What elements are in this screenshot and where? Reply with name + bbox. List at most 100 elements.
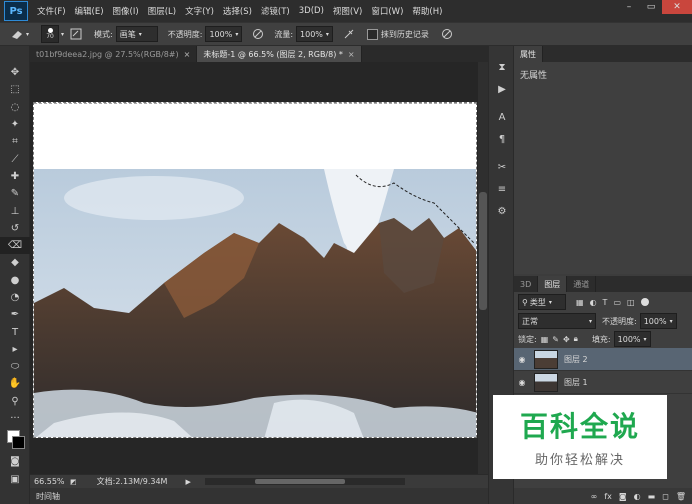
minimize-icon[interactable]: –: [618, 0, 640, 14]
layer-row[interactable]: ◉ 图层 2: [514, 348, 692, 371]
tab-close-icon[interactable]: ×: [348, 50, 355, 59]
flow-input[interactable]: 100% ▾: [296, 26, 333, 42]
menu-help[interactable]: 帮助(H): [412, 5, 442, 17]
tab-properties[interactable]: 属性: [514, 46, 543, 62]
menu-file[interactable]: 文件(F): [37, 5, 66, 17]
lock-all-icon[interactable]: 🔒︎: [574, 334, 578, 344]
pressure-opacity-icon[interactable]: [250, 26, 266, 42]
pressure-size-icon[interactable]: [439, 26, 455, 42]
document-canvas[interactable]: [33, 102, 477, 438]
menu-window[interactable]: 窗口(W): [371, 5, 403, 17]
dodge-tool-icon[interactable]: ◔: [0, 289, 30, 306]
paint-bucket-tool-icon[interactable]: ◆: [0, 254, 30, 271]
brush-panel-toggle-icon[interactable]: [70, 28, 82, 40]
actions-panel-icon[interactable]: ▶: [489, 78, 515, 100]
zoom-tool-icon[interactable]: ⚲: [0, 393, 30, 410]
menu-select[interactable]: 选择(S): [223, 5, 252, 17]
menu-image[interactable]: 图像(I): [113, 5, 139, 17]
horizontal-scrollbar[interactable]: [204, 478, 405, 485]
brush-presets-icon[interactable]: ≡: [489, 178, 515, 200]
timeline-label[interactable]: 时间轴: [36, 491, 60, 502]
brush-preset-picker[interactable]: 70 ▾: [41, 25, 64, 43]
quick-mask-icon[interactable]: ◙: [0, 453, 30, 470]
tab-channels[interactable]: 通道: [567, 276, 597, 292]
document-tabs: t01bf9deea2.jpg @ 27.5%(RGB/8#) × 未标题-1 …: [30, 46, 488, 62]
close-icon[interactable]: ✕: [662, 0, 692, 14]
adjustment-filter-icon[interactable]: ◐: [590, 298, 597, 307]
shape-tool-icon[interactable]: ⬭: [0, 358, 30, 375]
erase-history-checkbox[interactable]: [366, 28, 378, 40]
more-tools-icon[interactable]: ···: [0, 410, 30, 427]
adjustment-layer-icon[interactable]: ◐: [634, 492, 641, 501]
menu-view[interactable]: 视图(V): [333, 5, 362, 17]
link-layers-icon[interactable]: ∞: [591, 492, 598, 501]
layer-opacity-input[interactable]: 100% ▾: [639, 313, 677, 329]
layer-style-icon[interactable]: fx: [604, 492, 612, 501]
new-layer-icon[interactable]: ◻: [662, 492, 669, 501]
lock-pixels-icon[interactable]: ✎: [552, 335, 559, 344]
menu-3d[interactable]: 3D(D): [299, 6, 324, 16]
hand-tool-icon[interactable]: ✋: [0, 375, 30, 392]
background-color-swatch[interactable]: [12, 436, 25, 450]
status-info-icon[interactable]: ◩: [70, 478, 77, 486]
screen-mode-icon[interactable]: ▣: [0, 471, 30, 488]
clone-stamp-tool-icon[interactable]: ⊥: [0, 202, 30, 219]
tool-presets-icon[interactable]: ✂: [489, 156, 515, 178]
eye-icon[interactable]: ◉: [514, 355, 530, 364]
shape-filter-icon[interactable]: ▭: [613, 298, 621, 307]
eraser-tool-icon[interactable]: ▾: [10, 28, 29, 40]
menu-type[interactable]: 文字(Y): [185, 5, 214, 17]
filter-toggle-icon[interactable]: [640, 298, 649, 306]
eyedropper-tool-icon[interactable]: ⟋: [0, 150, 30, 167]
healing-brush-tool-icon[interactable]: ✚: [0, 168, 30, 185]
magic-wand-tool-icon[interactable]: ✦: [0, 116, 30, 133]
type-filter-icon[interactable]: T: [603, 298, 608, 307]
history-brush-tool-icon[interactable]: ↺: [0, 220, 30, 237]
menu-layer[interactable]: 图层(L): [148, 5, 176, 17]
type-tool-icon[interactable]: T: [0, 323, 30, 340]
new-group-icon[interactable]: ▬: [648, 492, 656, 501]
character-panel-icon[interactable]: A: [489, 106, 515, 128]
pen-tool-icon[interactable]: ✒: [0, 306, 30, 323]
lock-transparent-icon[interactable]: ▦: [541, 335, 549, 344]
status-arrow-icon[interactable]: ▶: [185, 478, 190, 486]
tab-close-icon[interactable]: ×: [184, 50, 191, 59]
blur-tool-icon[interactable]: ●: [0, 272, 30, 289]
airbrush-icon[interactable]: [341, 26, 357, 42]
fill-input[interactable]: 100% ▾: [613, 331, 651, 347]
mode-dropdown[interactable]: 画笔 ▾: [115, 26, 158, 42]
delete-layer-icon[interactable]: 🗑︎: [676, 492, 686, 501]
tab-layers[interactable]: 图层: [538, 276, 568, 292]
paragraph-panel-icon[interactable]: ¶: [489, 128, 515, 150]
move-tool-icon[interactable]: ✥: [0, 64, 30, 81]
blend-mode-dropdown[interactable]: 正常 ▾: [518, 313, 596, 329]
opacity-input[interactable]: 100% ▾: [205, 26, 243, 42]
horizontal-scrollbar-thumb[interactable]: [254, 479, 345, 484]
menu-edit[interactable]: 编辑(E): [75, 5, 104, 17]
lasso-tool-icon[interactable]: ◌: [0, 99, 30, 116]
layer-filter-dropdown[interactable]: ⚲ 类型 ▾: [518, 294, 566, 310]
tab-document-1[interactable]: t01bf9deea2.jpg @ 27.5%(RGB/8#) ×: [30, 46, 198, 62]
brush-tool-icon[interactable]: ✎: [0, 185, 30, 202]
eraser-tool-button-icon[interactable]: ⌫: [0, 236, 30, 255]
vertical-scrollbar-thumb[interactable]: [479, 192, 487, 310]
lock-position-icon[interactable]: ✥: [563, 335, 570, 344]
zoom-level[interactable]: 66.55%: [34, 477, 66, 486]
color-swatches[interactable]: [0, 427, 29, 453]
path-selection-tool-icon[interactable]: ▸: [0, 341, 30, 358]
marquee-tool-icon[interactable]: ⬚: [0, 81, 30, 98]
pixel-filter-icon[interactable]: ▦: [576, 298, 584, 307]
menu-filter[interactable]: 滤镜(T): [261, 5, 290, 17]
add-mask-icon[interactable]: ◙: [619, 492, 627, 501]
history-panel-icon[interactable]: ⧗: [489, 56, 515, 78]
crop-tool-icon[interactable]: ⌗: [0, 133, 30, 150]
mode-value: 画笔: [119, 29, 136, 39]
eye-icon[interactable]: ◉: [514, 378, 530, 387]
layer-row[interactable]: ◉ 图层 1: [514, 371, 692, 394]
tab-document-2[interactable]: 未标题-1 @ 66.5% (图层 2, RGB/8) * ×: [197, 46, 362, 62]
erase-to-history-option[interactable]: 抹到历史记录: [366, 28, 429, 40]
tab-3d[interactable]: 3D: [514, 276, 539, 292]
maximize-icon[interactable]: ▭: [640, 0, 662, 14]
smart-object-filter-icon[interactable]: ◫: [627, 298, 635, 307]
clone-source-icon[interactable]: ⚙: [489, 200, 515, 222]
